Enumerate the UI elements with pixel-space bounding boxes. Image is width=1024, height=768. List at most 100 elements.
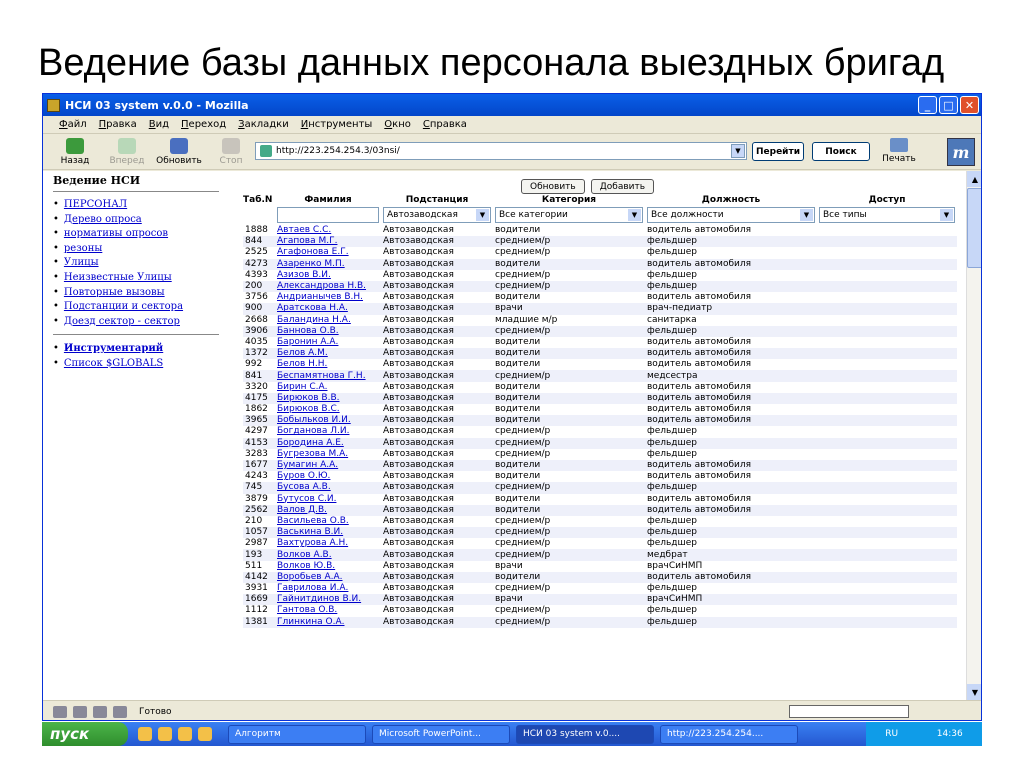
position-select[interactable]: Все должности ▼ <box>647 207 815 223</box>
surname-link[interactable]: Гантова О.В. <box>277 605 337 615</box>
cell-category: среднием/р <box>493 616 645 628</box>
surname-link[interactable]: Бумагин А.А. <box>277 460 338 470</box>
surname-link[interactable]: Васькина В.И. <box>277 527 343 537</box>
menu-tools[interactable]: Инструменты <box>301 119 373 130</box>
sidebar-link[interactable]: ПЕРСОНАЛ <box>64 199 127 210</box>
cell-position: водитель автомобиля <box>647 471 752 482</box>
menu-file[interactable]: Файл <box>59 119 87 130</box>
back-button[interactable]: Назад <box>53 137 97 166</box>
sidebar-link[interactable]: Доезд сектор - сектор <box>64 316 180 327</box>
sidebar-link[interactable]: Дерево опроса <box>64 214 142 225</box>
sidebar-link[interactable]: резоны <box>64 243 102 254</box>
surname-link[interactable]: Аратскова Н.А. <box>277 303 348 313</box>
cell-category: водители <box>493 258 645 270</box>
surname-link[interactable]: Агафонова Е.Г. <box>277 247 349 257</box>
cell-access <box>817 303 957 315</box>
minimize-button[interactable]: _ <box>918 96 937 114</box>
menu-bookmarks[interactable]: Закладки <box>238 119 289 130</box>
cell-access <box>817 527 957 539</box>
surname-link[interactable]: Бородина А.Е. <box>277 438 344 448</box>
cell-surname: Агафонова Е.Г. <box>275 247 381 258</box>
surname-link[interactable]: Белов А.М. <box>277 348 328 358</box>
surname-link[interactable]: Вахтурова А.Н. <box>277 538 348 548</box>
surname-link[interactable]: Андрианычев В.Н. <box>277 292 363 302</box>
surname-link[interactable]: Буров О.Ю. <box>277 471 330 481</box>
task-browser[interactable]: http://223.254.254.... <box>660 724 798 744</box>
surname-link[interactable]: Баронин А.А. <box>277 337 338 347</box>
forward-button[interactable]: Вперед <box>105 137 149 166</box>
task-powerpoint[interactable]: Microsoft PowerPoint... <box>372 724 510 744</box>
scroll-up-icon[interactable]: ▲ <box>967 171 981 187</box>
surname-link[interactable]: Волков А.В. <box>277 550 332 560</box>
vertical-scrollbar[interactable]: ▲ ▼ <box>966 171 981 700</box>
start-button[interactable]: пуск <box>42 722 128 746</box>
media-icon[interactable] <box>158 727 172 741</box>
print-button[interactable]: Печать <box>879 138 919 164</box>
surname-link[interactable]: Глинкина О.А. <box>277 617 344 627</box>
surname-link[interactable]: Валов Д.В. <box>277 505 327 515</box>
surname-link[interactable]: Бирин С.А. <box>277 382 328 392</box>
sidebar-link[interactable]: Улицы <box>64 257 99 268</box>
stop-button[interactable]: Стоп <box>209 137 253 166</box>
sidebar-link[interactable]: Неизвестные Улицы <box>64 272 172 283</box>
category-select[interactable]: Все категории ▼ <box>495 207 643 223</box>
sidebar-link[interactable]: нормативы опросов <box>64 228 168 239</box>
surname-link[interactable]: Васильева О.В. <box>277 516 349 526</box>
surname-link[interactable]: Бирюков В.С. <box>277 404 340 414</box>
task-algorithm[interactable]: Алгоритм <box>228 724 366 744</box>
sidebar-tool-link[interactable]: Список $GLOBALS <box>64 358 163 369</box>
scroll-thumb[interactable] <box>967 188 981 268</box>
sidebar-link[interactable]: Подстанции и сектора <box>64 301 183 312</box>
access-select[interactable]: Все типы ▼ <box>819 207 955 223</box>
menu-view[interactable]: Вид <box>149 119 169 130</box>
surname-link[interactable]: Баландина Н.А. <box>277 315 351 325</box>
surname-filter-input[interactable] <box>277 207 379 223</box>
refresh-button[interactable]: Обновить <box>521 179 585 194</box>
menu-go[interactable]: Переход <box>181 119 226 130</box>
address-bar[interactable]: http://223.254.254.3/03nsi/▼ <box>255 142 747 160</box>
menu-help[interactable]: Справка <box>423 119 467 130</box>
surname-link[interactable]: Гайнитдинов В.И. <box>277 594 361 604</box>
surname-link[interactable]: Белов Н.Н. <box>277 359 327 369</box>
ie-icon[interactable] <box>138 727 152 741</box>
search-button[interactable]: Поиск <box>812 142 870 161</box>
add-button[interactable]: Добавить <box>590 179 655 194</box>
menu-edit[interactable]: Правка <box>99 119 137 130</box>
col-substation: Подстанция <box>405 194 469 205</box>
window-titlebar[interactable]: НСИ 03 system v.0.0 - Mozilla _ □ ✕ <box>43 94 981 116</box>
surname-link[interactable]: Азаренко М.П. <box>277 259 345 269</box>
surname-link[interactable]: Азизов В.И. <box>277 270 331 280</box>
desktop-icon[interactable] <box>198 727 212 741</box>
surname-link[interactable]: Беспамятнова Г.Н. <box>277 371 366 381</box>
surname-link[interactable]: Бутусов С.И. <box>277 494 336 504</box>
substation-select[interactable]: Автозаводская ▼ <box>383 207 491 223</box>
chevron-down-icon: ▼ <box>940 209 953 221</box>
surname-link[interactable]: Бобыльков И.И. <box>277 415 351 425</box>
close-button[interactable]: ✕ <box>960 96 979 114</box>
surname-link[interactable]: Богданова Л.И. <box>277 426 349 436</box>
app-icon[interactable] <box>178 727 192 741</box>
language-indicator[interactable]: RU <box>885 729 898 739</box>
sidebar-tool-link[interactable]: Инструментарий <box>64 343 163 354</box>
scroll-down-icon[interactable]: ▼ <box>967 684 981 700</box>
surname-link[interactable]: Воробьев А.А. <box>277 572 343 582</box>
maximize-button[interactable]: □ <box>939 96 958 114</box>
surname-link[interactable]: Бугрезова М.А. <box>277 449 348 459</box>
chevron-down-icon[interactable]: ▼ <box>731 144 745 158</box>
task-nsi-system[interactable]: НСИ 03 system v.0.... <box>516 724 654 744</box>
cell-substation: Автозаводская <box>381 616 493 628</box>
sidebar-link[interactable]: Повторные вызовы <box>64 287 165 298</box>
surname-link[interactable]: Гаврилова И.А. <box>277 583 348 593</box>
surname-link[interactable]: Автаев С.С. <box>277 225 331 235</box>
menu-window[interactable]: Окно <box>384 119 411 130</box>
go-button[interactable]: Перейти <box>752 142 804 161</box>
table-row: 4243 Буров О.Ю. Автозаводская водители водит… <box>243 471 957 482</box>
surname-link[interactable]: Агапова М.Г. <box>277 236 337 246</box>
browser-window: НСИ 03 system v.0.0 - Mozilla _ □ ✕ Файл… <box>42 93 982 721</box>
surname-link[interactable]: Бирюков В.В. <box>277 393 340 403</box>
surname-link[interactable]: Александрова Н.В. <box>277 281 366 291</box>
surname-link[interactable]: Бусова А.В. <box>277 482 331 492</box>
surname-link[interactable]: Баннова О.В. <box>277 326 339 336</box>
reload-button[interactable]: Обновить <box>156 137 202 166</box>
surname-link[interactable]: Волков Ю.В. <box>277 561 335 571</box>
